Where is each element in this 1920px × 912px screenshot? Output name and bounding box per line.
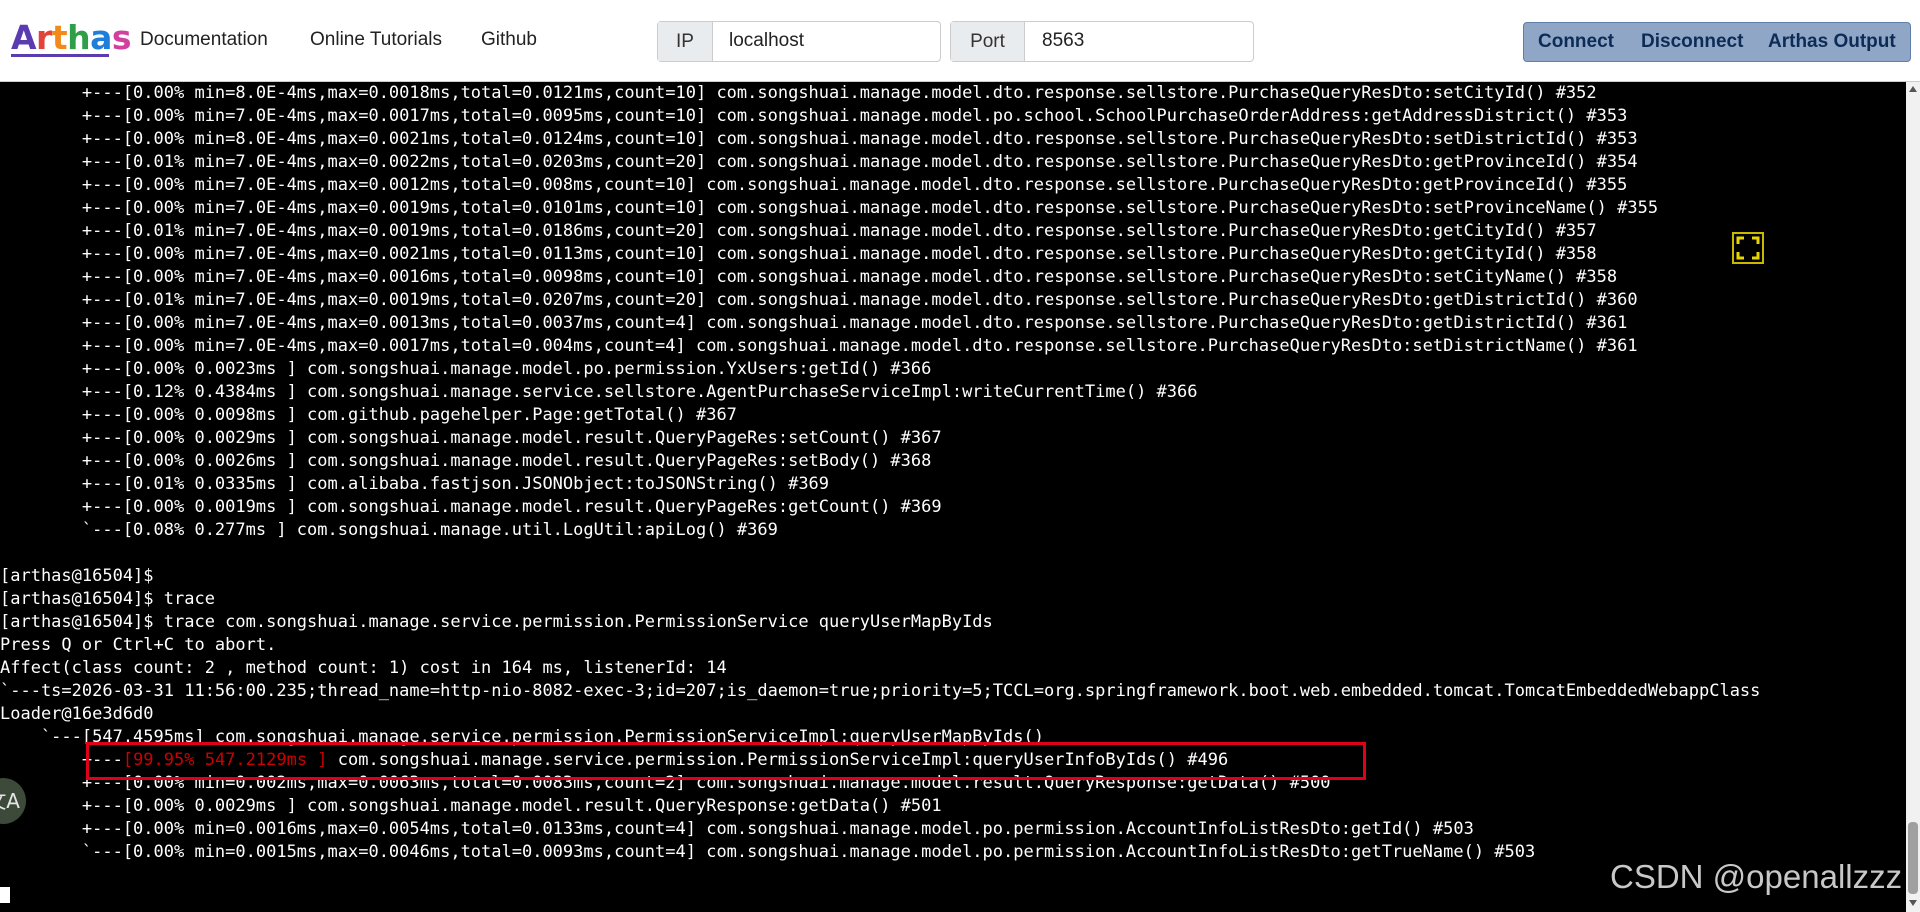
terminal-line: +---[0.01% 0.0335ms ] com.alibaba.fastjs… (0, 474, 830, 494)
terminal-prompt-line: [arthas@16504]$ trace (0, 589, 215, 609)
terminal-line: +---[0.01% min=7.0E-4ms,max=0.0019ms,tot… (0, 290, 1638, 310)
logo-letter: s (111, 18, 132, 57)
terminal-line: +---[0.00% 0.0098ms ] com.github.pagehel… (0, 405, 737, 425)
arthas-output-button[interactable]: Arthas Output (1768, 23, 1896, 61)
ip-input[interactable] (729, 23, 929, 58)
terminal-line: +---[0.00% 0.0029ms ] com.songshuai.mana… (0, 428, 942, 448)
terminal-prompt-line: [arthas@16504]$ (0, 566, 154, 586)
terminal-line: +---[0.00% min=7.0E-4ms,max=0.0013ms,tot… (0, 313, 1628, 333)
logo-letter: A (11, 18, 37, 57)
terminal-line: +---[0.00% 0.0019ms ] com.songshuai.mana… (0, 497, 942, 517)
logo-underline (11, 54, 109, 57)
port-input-group: Port (950, 21, 1254, 62)
terminal-line: +---[0.01% min=7.0E-4ms,max=0.0022ms,tot… (0, 152, 1638, 172)
connect-button[interactable]: Connect (1538, 23, 1614, 61)
terminal-line: +---[0.12% 0.4384ms ] com.songshuai.mana… (0, 382, 1198, 402)
scrollbar-thumb[interactable] (1908, 822, 1918, 894)
terminal-line: +---[0.00% min=8.0E-4ms,max=0.0018ms,tot… (0, 83, 1597, 103)
terminal-line: +---[0.00% min=7.0E-4ms,max=0.0019ms,tot… (0, 198, 1659, 218)
nav-github[interactable]: Github (481, 28, 537, 52)
terminal-line: +---[0.00% min=8.0E-4ms,max=0.0021ms,tot… (0, 129, 1638, 149)
terminal-line: +---[0.00% min=7.0E-4ms,max=0.0017ms,tot… (0, 106, 1628, 126)
connection-button-group: Connect Disconnect Arthas Output (1523, 22, 1911, 62)
terminal-scrollbar[interactable] (1906, 82, 1920, 912)
nav-documentation[interactable]: Documentation (140, 28, 268, 52)
arthas-logo[interactable]: Arthas (11, 18, 132, 58)
terminal-line: `---[0.08% 0.277ms ] com.songshuai.manag… (0, 520, 778, 540)
terminal-command-line: [arthas@16504]$ trace com.songshuai.mana… (0, 612, 993, 632)
ip-input-group: IP (657, 21, 941, 62)
terminal-line: +---[0.01% min=7.0E-4ms,max=0.0019ms,tot… (0, 221, 1597, 241)
nav-online-tutorials[interactable]: Online Tutorials (310, 28, 442, 52)
scroll-up-arrow-icon[interactable] (1909, 86, 1917, 92)
port-label: Port (951, 22, 1025, 61)
terminal-line: +---[0.00% min=7.0E-4ms,max=0.0017ms,tot… (0, 336, 1638, 356)
terminal-line: +---[0.00% min=7.0E-4ms,max=0.0021ms,tot… (0, 244, 1597, 264)
terminal-line: +---[0.00% 0.0029ms ] com.songshuai.mana… (0, 796, 942, 816)
highlight-box (86, 742, 1366, 780)
scroll-down-arrow-icon[interactable] (1909, 900, 1917, 906)
terminal-line: Press Q or Ctrl+C to abort. (0, 635, 277, 655)
app-header: Arthas Documentation Online Tutorials Gi… (0, 0, 1920, 82)
terminal-line: +---[0.00% 0.0026ms ] com.songshuai.mana… (0, 451, 932, 471)
terminal-line: +---[0.00% min=7.0E-4ms,max=0.0012ms,tot… (0, 175, 1628, 195)
terminal-line: Affect(class count: 2 , method count: 1)… (0, 658, 727, 678)
fullscreen-icon[interactable] (1732, 232, 1764, 264)
terminal[interactable]: +---[0.00% min=8.0E-4ms,max=0.0018ms,tot… (0, 82, 1906, 912)
port-input[interactable] (1042, 23, 1242, 58)
terminal-line: +---[0.00% min=0.0016ms,max=0.0054ms,tot… (0, 819, 1474, 839)
logo-letter: a (90, 18, 112, 57)
logo-letter: r (36, 18, 52, 57)
terminal-cursor (0, 887, 10, 903)
terminal-line: `---[0.00% min=0.0015ms,max=0.0046ms,tot… (0, 842, 1536, 862)
terminal-line: +---[0.00% min=7.0E-4ms,max=0.0016ms,tot… (0, 267, 1618, 287)
disconnect-button[interactable]: Disconnect (1641, 23, 1743, 61)
logo-letter: h (67, 18, 91, 57)
terminal-line: +---[0.00% 0.0023ms ] com.songshuai.mana… (0, 359, 932, 379)
logo-letter: t (51, 18, 68, 57)
terminal-line: Loader@16e3d6d0 (0, 704, 154, 724)
terminal-line: `---ts=2026-03-31 11:56:00.235;thread_na… (0, 681, 1761, 701)
csdn-watermark: CSDN @openallzzz (1610, 858, 1903, 895)
ip-label: IP (658, 22, 713, 61)
